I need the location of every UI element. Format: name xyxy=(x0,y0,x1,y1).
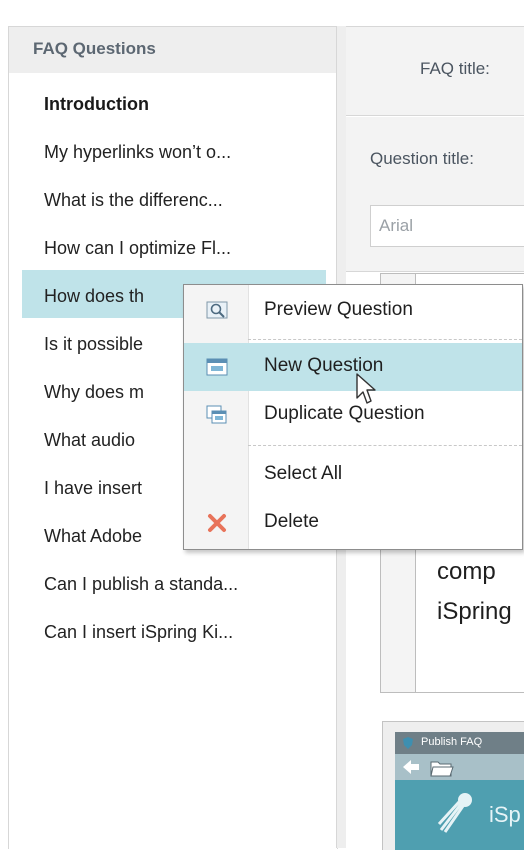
list-item[interactable]: What Adobe xyxy=(44,524,142,548)
question-title-row: Question title: xyxy=(346,117,524,272)
menu-label: Duplicate Question xyxy=(264,403,425,424)
duplicate-icon xyxy=(206,405,227,424)
menu-item-delete[interactable]: Delete xyxy=(184,499,522,547)
delete-x-icon xyxy=(208,514,226,532)
back-arrow-icon xyxy=(403,760,419,774)
player-preview-thumbnail: Publish FAQ iSp xyxy=(382,721,524,850)
faq-title-row: FAQ title: xyxy=(346,27,524,116)
player-preview-window: Publish FAQ iSp xyxy=(395,732,524,850)
preview-brand-text: iSp xyxy=(489,802,521,827)
list-item[interactable]: Can I insert iSpring Ki... xyxy=(44,620,233,644)
menu-separator xyxy=(248,339,522,340)
list-item[interactable]: How can I optimize Fl... xyxy=(44,236,231,260)
list-item-selected[interactable]: How does th xyxy=(44,284,144,308)
list-item[interactable]: What audio xyxy=(44,428,135,452)
menu-separator xyxy=(248,445,522,446)
question-title-label: Question title: xyxy=(370,149,474,168)
folder-icon xyxy=(430,761,454,777)
list-item[interactable]: Why does m xyxy=(44,380,144,404)
preview-title-bar: Publish FAQ xyxy=(395,732,524,754)
panel-header: FAQ Questions xyxy=(9,27,337,73)
panel-title: FAQ Questions xyxy=(33,39,156,58)
menu-item-duplicate-question[interactable]: Duplicate Question xyxy=(184,391,522,439)
context-menu: Preview Question New Question Duplicate … xyxy=(183,284,523,550)
menu-label: Preview Question xyxy=(264,299,413,320)
editor-text-line: iSpring xyxy=(437,598,512,625)
menu-label: Delete xyxy=(264,511,319,532)
font-family-value: Arial xyxy=(379,216,414,235)
menu-item-new-question[interactable]: New Question xyxy=(184,343,522,391)
editor-text-line: comp xyxy=(437,558,496,585)
menu-label: Select All xyxy=(264,463,343,484)
new-question-icon xyxy=(206,358,228,376)
preview-icon xyxy=(206,301,228,319)
list-item[interactable]: I have insert xyxy=(44,476,142,500)
preview-title: Publish FAQ xyxy=(421,736,483,748)
mouse-cursor-icon xyxy=(356,373,376,404)
list-item-introduction[interactable]: Introduction xyxy=(44,92,149,116)
shuttlecock-logo-icon xyxy=(437,793,472,833)
preview-toolbar xyxy=(395,754,524,780)
list-item[interactable]: Is it possible xyxy=(44,332,143,356)
list-item[interactable]: Can I publish a standa... xyxy=(44,572,238,596)
list-item[interactable]: What is the differenc... xyxy=(44,188,223,212)
menu-item-select-all[interactable]: Select All xyxy=(184,451,522,499)
faq-title-label: FAQ title: xyxy=(420,59,490,78)
menu-item-preview-question[interactable]: Preview Question xyxy=(184,287,522,335)
font-family-select[interactable]: Arial xyxy=(370,205,524,247)
shield-icon xyxy=(403,737,413,749)
list-item[interactable]: My hyperlinks won’t o... xyxy=(44,140,231,164)
